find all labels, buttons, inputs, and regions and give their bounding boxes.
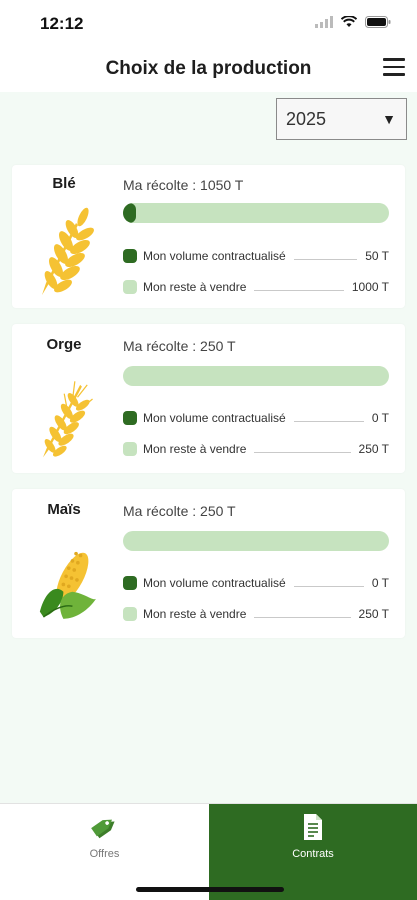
battery-icon bbox=[365, 16, 391, 28]
crop-card-orge[interactable]: Orge Ma récolte : 250 T Mon volume contr… bbox=[12, 324, 405, 473]
crop-name: Blé bbox=[52, 175, 76, 192]
tab-offres[interactable]: Offres bbox=[0, 804, 209, 900]
remaining-legend-row: Mon reste à vendre 250 T bbox=[123, 605, 389, 623]
remaining-label: Mon reste à vendre bbox=[143, 607, 247, 621]
app-header: Choix de la production bbox=[0, 48, 417, 92]
status-bar: 12:12 bbox=[0, 0, 417, 48]
remaining-legend-row: Mon reste à vendre 250 T bbox=[123, 440, 389, 458]
legend-divider bbox=[293, 585, 364, 587]
remaining-value: 250 T bbox=[358, 607, 389, 621]
contracted-legend-row: Mon volume contractualisé 0 T bbox=[123, 574, 389, 592]
crop-card-mais[interactable]: Maïs Ma récolte : 250 T Mon volume contr… bbox=[12, 489, 405, 638]
document-icon bbox=[304, 814, 322, 840]
contracted-legend-dot bbox=[123, 411, 137, 425]
harvest-label: Ma récolte : 250 T bbox=[123, 338, 236, 354]
crop-name: Orge bbox=[46, 336, 82, 353]
home-indicator bbox=[136, 887, 284, 892]
legend-divider bbox=[254, 616, 351, 618]
legend-divider bbox=[254, 289, 344, 291]
price-tags-icon bbox=[90, 819, 115, 839]
contracted-value: 50 T bbox=[365, 249, 389, 263]
contracted-legend-dot bbox=[123, 249, 137, 263]
barley-icon bbox=[43, 381, 93, 458]
contracted-label: Mon volume contractualisé bbox=[143, 411, 286, 425]
contracted-volume-fill bbox=[123, 203, 136, 223]
remaining-label: Mon reste à vendre bbox=[143, 280, 247, 294]
legend-divider bbox=[293, 258, 358, 260]
status-time: 12:12 bbox=[40, 14, 84, 33]
wheat-icon bbox=[42, 207, 94, 295]
year-value: 2025 bbox=[286, 108, 327, 129]
tab-contrats[interactable]: Contrats bbox=[209, 804, 417, 900]
crop-card-ble[interactable]: Blé Ma récolte : 1050 T Mon volume contr… bbox=[12, 165, 405, 308]
signal-icon bbox=[315, 16, 333, 28]
remaining-value: 1000 T bbox=[351, 280, 389, 294]
remaining-value: 250 T bbox=[358, 442, 389, 456]
year-select[interactable]: 2025 ▼ bbox=[276, 98, 407, 140]
volume-bar bbox=[123, 531, 389, 551]
harvest-label: Ma récolte : 250 T bbox=[123, 503, 236, 519]
contracted-legend-row: Mon volume contractualisé 50 T bbox=[123, 247, 389, 265]
chevron-down-icon: ▼ bbox=[382, 111, 396, 127]
contracted-legend-dot bbox=[123, 576, 137, 590]
remaining-legend-row: Mon reste à vendre 1000 T bbox=[123, 278, 389, 296]
contracted-label: Mon volume contractualisé bbox=[143, 249, 286, 263]
volume-bar bbox=[123, 203, 389, 223]
contracted-legend-row: Mon volume contractualisé 0 T bbox=[123, 409, 389, 427]
legend-divider bbox=[293, 420, 364, 422]
remaining-legend-dot bbox=[123, 280, 137, 294]
harvest-label: Ma récolte : 1050 T bbox=[123, 177, 244, 193]
tab-bar: Offres Contrats bbox=[0, 803, 417, 900]
remaining-legend-dot bbox=[123, 607, 137, 621]
contracted-label: Mon volume contractualisé bbox=[143, 576, 286, 590]
contracted-value: 0 T bbox=[371, 576, 389, 590]
crop-name: Maïs bbox=[47, 501, 81, 518]
remaining-label: Mon reste à vendre bbox=[143, 442, 247, 456]
status-icons bbox=[315, 16, 391, 28]
legend-divider bbox=[254, 451, 351, 453]
hamburger-menu-icon[interactable] bbox=[383, 58, 405, 78]
tab-label: Contrats bbox=[292, 848, 334, 860]
corn-icon bbox=[39, 551, 96, 619]
wifi-icon bbox=[341, 16, 357, 27]
contracted-value: 0 T bbox=[371, 411, 389, 425]
remaining-legend-dot bbox=[123, 442, 137, 456]
page-title: Choix de la production bbox=[105, 58, 312, 79]
tab-label: Offres bbox=[89, 848, 120, 860]
volume-bar bbox=[123, 366, 389, 386]
